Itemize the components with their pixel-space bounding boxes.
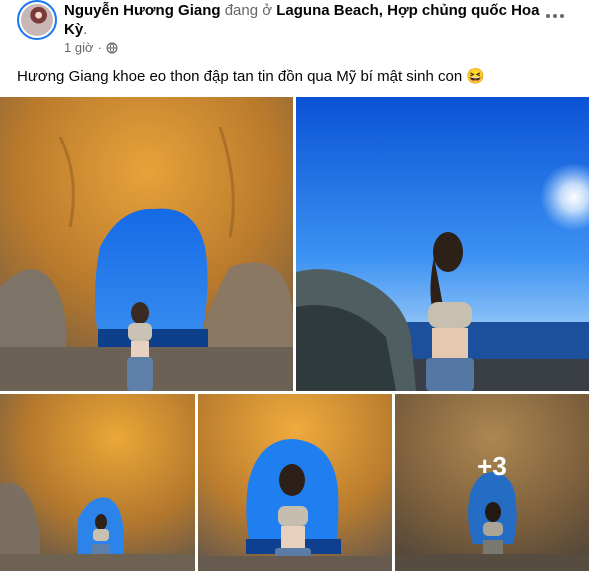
photo-2[interactable] xyxy=(296,97,589,391)
author-name[interactable]: Nguyễn Hương Giang xyxy=(64,2,221,19)
post-caption: Hương Giang khoe eo thon đập tan tin đồn… xyxy=(17,68,486,85)
photo-5-more[interactable]: +3 xyxy=(395,394,589,571)
photo-grid: +3 xyxy=(0,97,589,571)
more-photos-count: +3 xyxy=(477,451,507,481)
location-prefix: đang ở xyxy=(220,2,277,19)
photo-1-image xyxy=(0,97,293,391)
meta-separator: · xyxy=(97,40,102,55)
photo-3[interactable] xyxy=(0,394,195,571)
more-options-icon[interactable] xyxy=(545,6,565,26)
post-header: Nguyễn Hương Giang đang ở Laguna Beach, … xyxy=(17,0,577,62)
photo-4-image xyxy=(198,394,392,571)
photo-2-image xyxy=(296,97,589,391)
avatar-image xyxy=(21,4,53,36)
avatar[interactable] xyxy=(17,0,57,40)
globe-icon[interactable] xyxy=(106,42,118,54)
photo-1[interactable] xyxy=(0,97,293,391)
post-meta: 1 giờ · xyxy=(64,40,118,55)
author-line: Nguyễn Hương Giang đang ở Laguna Beach, … xyxy=(64,1,542,39)
location-suffix: . xyxy=(83,21,88,38)
photo-3-image xyxy=(0,394,195,571)
facebook-post: Nguyễn Hương Giang đang ở Laguna Beach, … xyxy=(0,0,589,571)
photo-4[interactable] xyxy=(198,394,392,571)
more-photos-overlay[interactable]: +3 xyxy=(395,394,589,571)
timestamp[interactable]: 1 giờ xyxy=(64,40,94,55)
